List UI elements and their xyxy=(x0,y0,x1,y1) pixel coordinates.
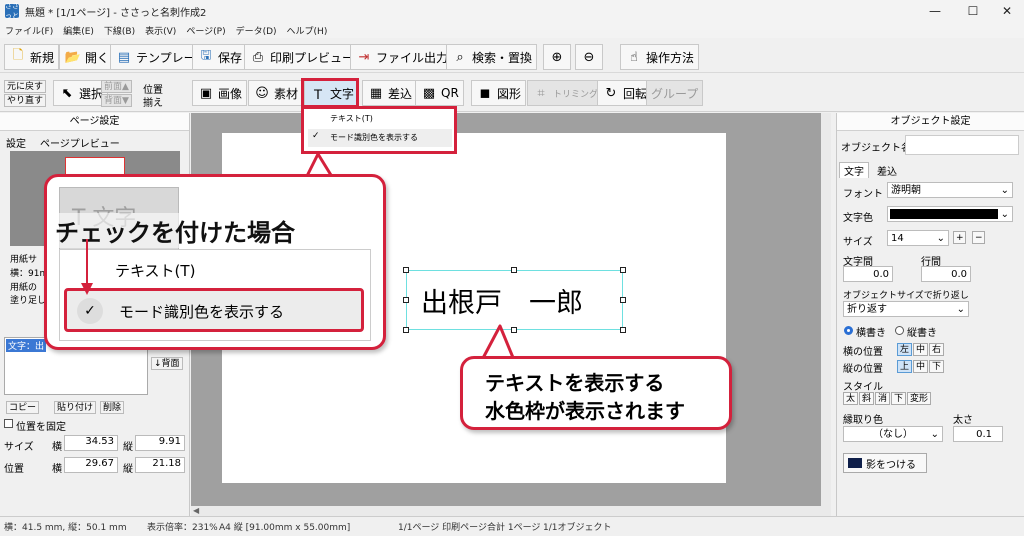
callout-pointer-bottom xyxy=(480,324,516,362)
callout-cyan-frame-note: テキストを表示する 水色枠が表示されます xyxy=(460,356,732,430)
callout-line-1: テキストを表示する xyxy=(485,371,665,395)
callout-line-2: 水色枠が表示されます xyxy=(485,399,685,423)
